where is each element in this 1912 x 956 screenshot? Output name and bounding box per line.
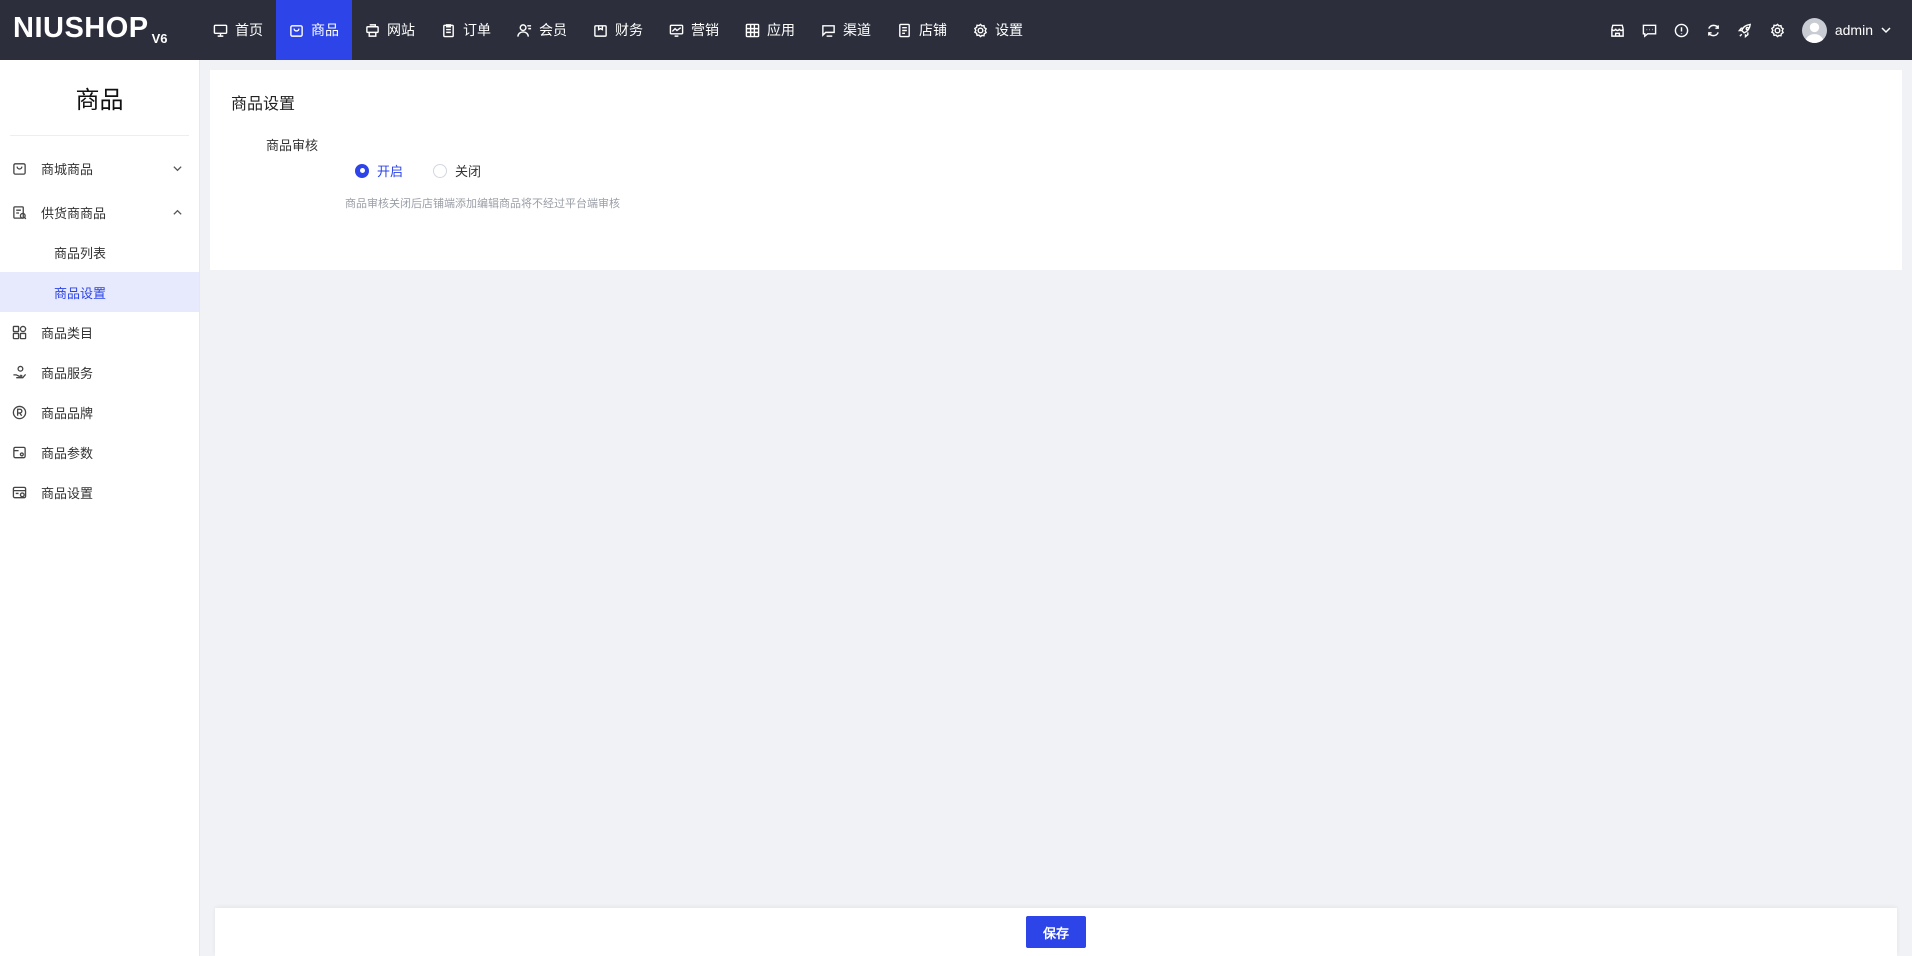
settings-icon[interactable]: [1762, 0, 1794, 60]
nav-label: 营销: [691, 23, 719, 39]
sidebar-item-label: 商品服务: [41, 366, 94, 382]
sidebar-item-goods-params[interactable]: 商品参数: [0, 432, 199, 472]
sidebar-item-label: 商城商品: [41, 162, 94, 178]
param-icon: [13, 446, 26, 458]
nav-item-channels[interactable]: 渠道: [808, 0, 884, 60]
settings-card: 商品设置 商品审核 开启 关闭 商品审核关闭后店铺端添加编辑商品将不经过平台端审…: [210, 70, 1902, 270]
nav-label: 首页: [235, 23, 263, 39]
sidebar-item-label: 供货商商品: [41, 206, 107, 222]
printer-icon: [366, 23, 379, 37]
username: admin: [1834, 22, 1873, 38]
chevron-down-icon: [1881, 27, 1891, 34]
category-icon: [12, 325, 27, 339]
radio-enable[interactable]: 开启: [355, 161, 403, 180]
sidebar-item-label: 商品品牌: [41, 406, 94, 422]
chevron-down-icon: [173, 165, 182, 171]
brand-name: NIUSHOP: [13, 12, 149, 44]
radio-dot[interactable]: [433, 163, 448, 178]
chevron-up-icon: [173, 209, 182, 215]
goods-audit-label: 商品审核: [266, 139, 319, 154]
monitor-icon: [213, 24, 228, 37]
brand-version: V6: [151, 31, 168, 46]
nav-label: 应用: [767, 23, 795, 39]
store-doc-icon: [899, 23, 910, 37]
sidebar-item-goods-config[interactable]: 商品设置: [0, 472, 199, 512]
wallet-icon: [594, 24, 607, 37]
radio-dot[interactable]: [355, 163, 369, 178]
sidebar-item-goods-category[interactable]: 商品类目: [0, 312, 199, 352]
radio-disable[interactable]: 关闭: [433, 161, 481, 180]
message-icon[interactable]: [1634, 0, 1666, 60]
brand-icon: [12, 405, 27, 419]
clipboard-icon: [443, 23, 454, 37]
nav-item-marketing[interactable]: 营销: [656, 0, 732, 60]
sidebar-item-label: 商品参数: [41, 446, 94, 462]
top-navbar: NIUSHOP V6 首页 商品 网站 订单 会员 财务 营销 应用 渠道 店铺…: [0, 0, 1912, 60]
nav-item-finance[interactable]: 财务: [580, 0, 656, 60]
sidebar-title: 商品: [10, 60, 189, 136]
sidebar-subitem-goods-list[interactable]: 商品列表: [0, 232, 199, 272]
sidebar: 商品 商城商品 供货商商品 商品列表 商品设置 商品类目 商品服务 商品品牌 商…: [0, 60, 200, 956]
nav-label: 商品: [311, 23, 339, 39]
sidebar-item-goods-service[interactable]: 商品服务: [0, 352, 199, 392]
page-title: 商品设置: [231, 94, 296, 113]
avatar: [1801, 17, 1827, 43]
user-icon: [517, 23, 532, 37]
sidebar-item-label: 商品列表: [54, 246, 107, 262]
nav-item-members[interactable]: 会员: [504, 0, 580, 60]
info-icon[interactable]: [1666, 0, 1698, 60]
chart-icon: [669, 24, 684, 37]
sidebar-item-goods-brand[interactable]: 商品品牌: [0, 392, 199, 432]
shop-icon[interactable]: [1602, 0, 1634, 60]
grid-icon: [745, 23, 760, 37]
nav-label: 财务: [615, 23, 643, 39]
nav-label: 网站: [387, 23, 415, 39]
sidebar-item-mall-goods[interactable]: 商城商品: [0, 148, 199, 188]
nav-item-settings[interactable]: 设置: [960, 0, 1036, 60]
bag-icon: [290, 24, 303, 37]
nav-item-orders[interactable]: 订单: [428, 0, 504, 60]
channel-icon: [822, 24, 835, 37]
nav-item-home[interactable]: 首页: [200, 0, 276, 60]
sidebar-item-label: 商品类目: [41, 326, 94, 342]
goods-audit-hint: 商品审核关闭后店铺端添加编辑商品将不经过平台端审核: [345, 197, 620, 210]
sidebar-menu: 商城商品 供货商商品 商品列表 商品设置 商品类目 商品服务 商品品牌 商品参数…: [0, 136, 199, 512]
sidebar-item-label: 商品设置: [41, 486, 94, 502]
nav-item-apps[interactable]: 应用: [732, 0, 808, 60]
user-menu[interactable]: admin: [1801, 17, 1892, 43]
rocket-icon[interactable]: [1730, 0, 1762, 60]
nav-label: 订单: [463, 23, 491, 39]
save-bar: 保存: [215, 908, 1897, 956]
nav-item-store[interactable]: 店铺: [884, 0, 960, 60]
brand-logo[interactable]: NIUSHOP V6: [0, 0, 200, 60]
top-toolbar: admin: [1602, 0, 1892, 60]
sidebar-item-label: 商品设置: [54, 286, 107, 302]
nav-label: 渠道: [843, 23, 871, 39]
radio-label: 关闭: [455, 165, 482, 180]
nav-item-goods[interactable]: 商品: [276, 0, 352, 60]
goods-audit-radio-group: 开启 关闭: [355, 161, 511, 180]
nav-label: 会员: [539, 23, 567, 39]
main-nav: 首页 商品 网站 订单 会员 财务 营销 应用 渠道 店铺 设置: [200, 0, 1036, 60]
save-button[interactable]: 保存: [1026, 916, 1086, 948]
refresh-icon[interactable]: [1698, 0, 1730, 60]
nav-item-website[interactable]: 网站: [352, 0, 428, 60]
nav-label: 店铺: [919, 23, 947, 39]
sidebar-item-supplier-goods[interactable]: 供货商商品: [0, 192, 199, 232]
gear-icon: [973, 22, 988, 38]
supply-icon: [13, 205, 27, 219]
goods-setting-icon: [12, 486, 27, 498]
service-icon: [13, 365, 27, 378]
nav-label: 设置: [995, 23, 1023, 39]
bag-icon: [13, 162, 26, 175]
sidebar-subitem-goods-settings[interactable]: 商品设置: [0, 272, 199, 312]
radio-label: 开启: [377, 165, 404, 180]
